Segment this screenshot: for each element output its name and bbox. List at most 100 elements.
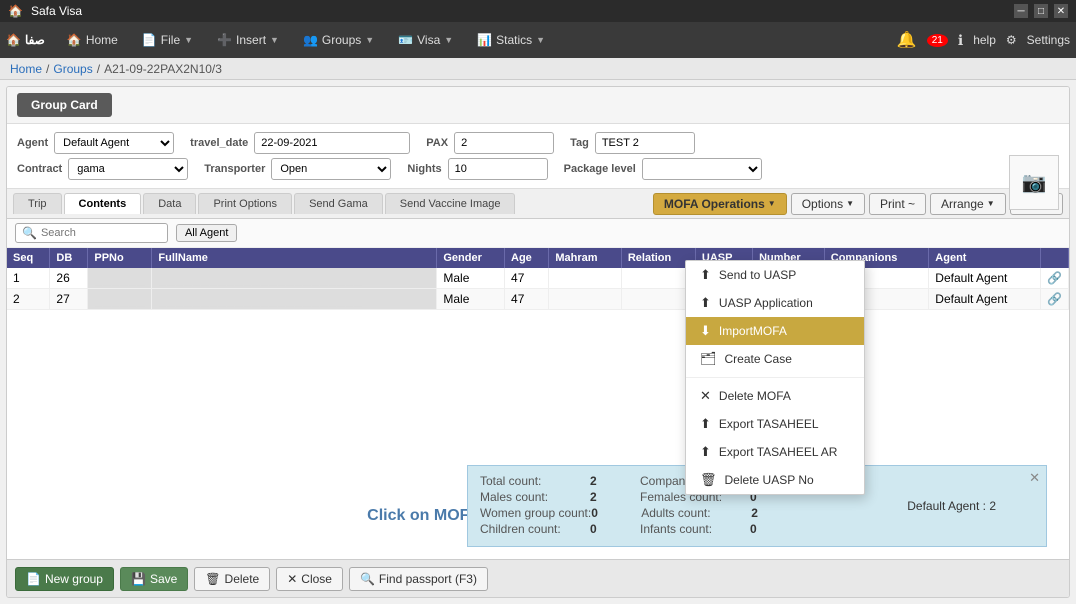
- agent-select[interactable]: Default Agent: [54, 132, 174, 154]
- cell-seq: 1: [7, 268, 50, 289]
- tab-trip[interactable]: Trip: [13, 193, 62, 214]
- col-agent: Agent: [929, 248, 1041, 268]
- breadcrumb-groups[interactable]: Groups: [53, 62, 92, 76]
- search-icon: 🔍: [22, 226, 37, 240]
- options-button[interactable]: Options ▼: [791, 193, 865, 215]
- insert-icon: ➕: [217, 33, 232, 47]
- titlebar: 🏠 Safa Visa ─ □ ✕: [0, 0, 1076, 22]
- arrange-arrow-icon: ▼: [987, 199, 995, 208]
- dropdown-import-mofa[interactable]: ⬇ ImportMOFA: [686, 317, 864, 345]
- col-gender: Gender: [437, 248, 505, 268]
- dropdown-uasp-application[interactable]: ⬆ UASP Application: [686, 289, 864, 317]
- contract-group: Contract gama: [17, 158, 188, 180]
- pax-group: PAX: [426, 132, 554, 154]
- travel-date-label: travel_date: [190, 137, 248, 149]
- package-level-select[interactable]: [642, 158, 762, 180]
- nights-label: Nights: [407, 163, 441, 175]
- menu-visa[interactable]: 🪪 Visa ▼: [388, 26, 463, 54]
- app-logo: 🏠 صفا: [6, 33, 45, 47]
- search-input[interactable]: [41, 227, 161, 239]
- nights-input[interactable]: [448, 158, 548, 180]
- col-seq: Seq: [7, 248, 50, 268]
- cell-age: 47: [505, 268, 549, 289]
- minimize-button[interactable]: ─: [1014, 4, 1028, 18]
- close-button-bar[interactable]: ✕ Close: [276, 567, 343, 591]
- settings-label[interactable]: Settings: [1027, 33, 1070, 47]
- tab-contents[interactable]: Contents: [64, 193, 142, 214]
- cell-gender: Male: [437, 289, 505, 310]
- tag-input[interactable]: [595, 132, 695, 154]
- breadcrumb: Home / Groups / A21-09-22PAX2N10/3: [0, 58, 1076, 80]
- women-count-value: 0: [591, 506, 621, 520]
- breadcrumb-home[interactable]: Home: [10, 62, 42, 76]
- cell-seq: 2: [7, 289, 50, 310]
- tab-send-vaccine[interactable]: Send Vaccine Image: [385, 193, 516, 214]
- total-count-label: Total count:: [480, 474, 590, 488]
- print-button[interactable]: Print ~: [869, 193, 926, 215]
- adults-count-label: Adults count:: [641, 506, 751, 520]
- bottom-bar: 📄 New group 💾 Save 🗑 Delete ✕ Close 🔍 Fi…: [7, 559, 1069, 597]
- breadcrumb-sep1: /: [46, 62, 49, 76]
- delete-button[interactable]: 🗑 Delete: [194, 567, 270, 591]
- tab-print-options[interactable]: Print Options: [198, 193, 292, 214]
- dropdown-delete-mofa[interactable]: ✕ Delete MOFA: [686, 382, 864, 410]
- titlebar-left: 🏠 Safa Visa: [8, 4, 82, 18]
- notification-bell-icon[interactable]: 🔔: [897, 30, 917, 50]
- dropdown-create-case[interactable]: 🗂 Create Case: [686, 345, 864, 373]
- form-row-1: Agent Default Agent travel_date PAX Tag: [17, 132, 762, 154]
- group-card-button[interactable]: Group Card: [17, 93, 112, 117]
- close-button[interactable]: ✕: [1054, 4, 1068, 18]
- uasp-app-icon: ⬆: [700, 295, 711, 311]
- stats-close-button[interactable]: ✕: [1029, 470, 1040, 486]
- form-left: Agent Default Agent travel_date PAX Tag: [17, 132, 762, 180]
- stats-row-4: Children count: 0 Infants count: 0: [480, 522, 1034, 536]
- pax-label: PAX: [426, 137, 448, 149]
- options-arrow-icon: ▼: [846, 199, 854, 208]
- arrange-button[interactable]: Arrange ▼: [930, 193, 1006, 215]
- tab-send-gama[interactable]: Send Gama: [294, 193, 383, 214]
- photo-box[interactable]: 📷: [1009, 155, 1059, 210]
- menu-file[interactable]: 📄 File ▼: [132, 26, 203, 54]
- tabs-right-buttons: MOFA Operations ▼ Options ▼ Print ~ Arra…: [653, 193, 1063, 215]
- tab-data[interactable]: Data: [143, 193, 196, 214]
- travel-date-input[interactable]: [254, 132, 410, 154]
- all-agent-button[interactable]: All Agent: [176, 224, 237, 242]
- menu-home[interactable]: 🏠 Home: [57, 26, 128, 54]
- males-count-value: 2: [590, 490, 620, 504]
- table-toolbar: 🔍 All Agent: [7, 219, 1069, 248]
- pax-input[interactable]: [454, 132, 554, 154]
- new-group-icon: 📄: [26, 572, 41, 586]
- nights-group: Nights: [407, 158, 547, 180]
- menu-groups[interactable]: 👥 Groups ▼: [293, 26, 384, 54]
- dropdown-send-uasp[interactable]: ⬆ Send to UASP: [686, 261, 864, 289]
- contract-select[interactable]: gama: [68, 158, 188, 180]
- menubar-right: 🔔 21 ℹ help ⚙ Settings: [897, 30, 1070, 50]
- total-count-value: 2: [590, 474, 620, 488]
- menu-insert[interactable]: ➕ Insert ▼: [207, 26, 289, 54]
- search-box[interactable]: 🔍: [15, 223, 168, 243]
- file-icon: 📄: [142, 33, 157, 47]
- menu-statics[interactable]: 📊 Statics ▼: [467, 26, 555, 54]
- mofa-dropdown-menu: ⬆ Send to UASP ⬆ UASP Application ⬇ Impo…: [685, 260, 865, 495]
- table-row[interactable]: 1 26 ██████ ████████████████████████ Mal…: [7, 268, 1069, 289]
- mofa-operations-button[interactable]: MOFA Operations ▼: [653, 193, 787, 215]
- col-age: Age: [505, 248, 549, 268]
- dropdown-export-tasaheel-ar[interactable]: ⬆ Export TASAHEEL AR: [686, 438, 864, 466]
- notification-count: 21: [927, 34, 948, 47]
- titlebar-controls[interactable]: ─ □ ✕: [1014, 4, 1068, 18]
- main-content: Group Card 📷 Agent Default Agent travel_…: [6, 86, 1070, 598]
- maximize-button[interactable]: □: [1034, 4, 1048, 18]
- transporter-select[interactable]: Open: [271, 158, 391, 180]
- cell-fullname: ████████████████████████: [152, 289, 437, 310]
- new-group-button[interactable]: 📄 New group: [15, 567, 114, 591]
- form-area: Agent Default Agent travel_date PAX Tag: [7, 124, 1069, 189]
- dropdown-delete-uasp[interactable]: 🗑 Delete UASP No: [686, 466, 864, 494]
- mofa-arrow-icon: ▼: [768, 199, 776, 208]
- cell-link[interactable]: 🔗: [1041, 289, 1069, 310]
- help-label[interactable]: help: [973, 33, 996, 47]
- table-row[interactable]: 2 27 ██████ ████████████████████████ Mal…: [7, 289, 1069, 310]
- dropdown-export-tasaheel[interactable]: ⬆ Export TASAHEEL: [686, 410, 864, 438]
- cell-link[interactable]: 🔗: [1041, 268, 1069, 289]
- save-button[interactable]: 💾 Save: [120, 567, 188, 591]
- find-passport-button[interactable]: 🔍 Find passport (F3): [349, 567, 488, 591]
